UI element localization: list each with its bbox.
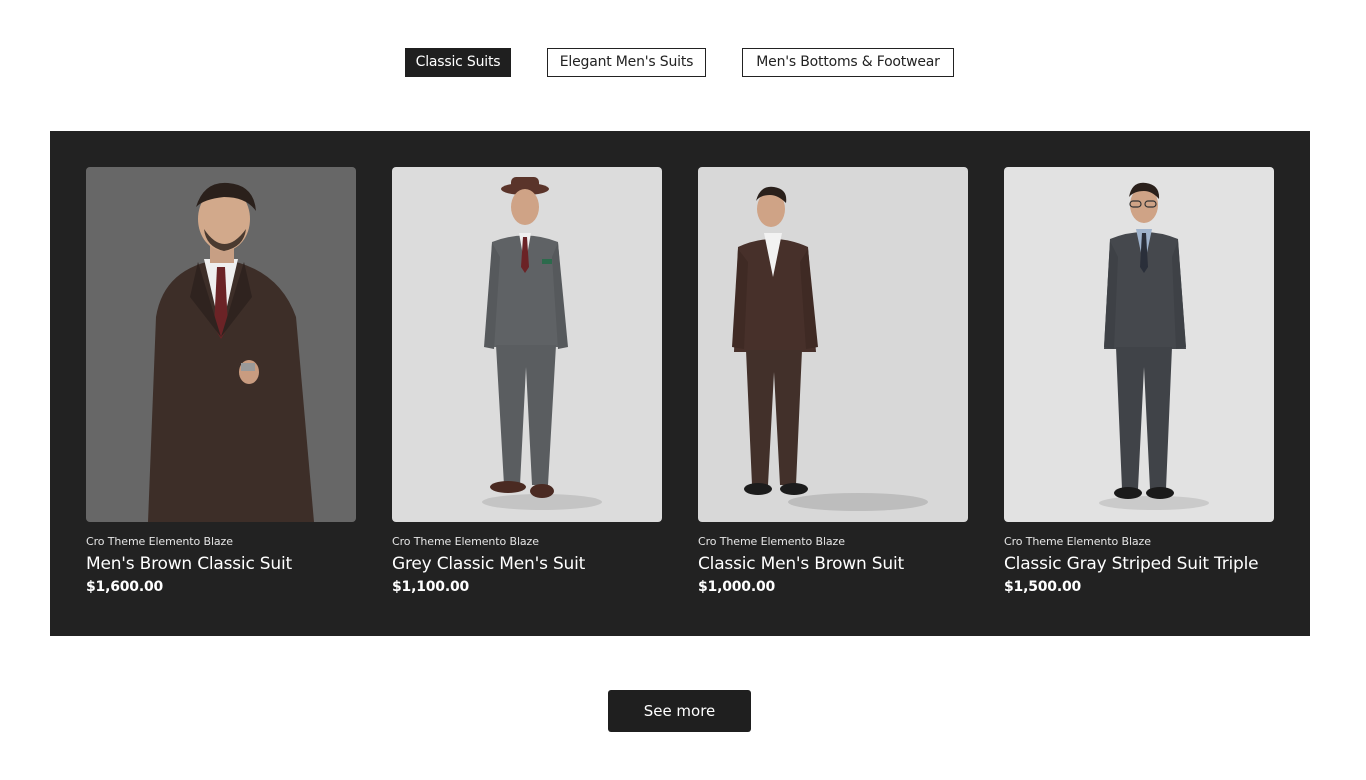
product-card: Cro Theme Elemento Blaze Grey Classic Me… (392, 167, 662, 595)
tab-classic-suits[interactable]: Classic Suits (405, 48, 511, 77)
product-price: $1,600.00 (86, 579, 164, 595)
brown-suit-model-image (86, 167, 356, 522)
product-title[interactable]: Men's Brown Classic Suit (86, 554, 356, 574)
product-title[interactable]: Classic Gray Striped Suit Triple (1004, 554, 1274, 574)
gray-striped-suit-model-image (1004, 167, 1274, 522)
product-image[interactable] (698, 167, 968, 522)
see-more-button[interactable]: See more (608, 690, 751, 732)
brown-suit-model-image (698, 167, 968, 522)
grey-suit-model-image (392, 167, 662, 522)
product-image[interactable] (392, 167, 662, 522)
product-vendor: Cro Theme Elemento Blaze (86, 535, 233, 548)
product-title[interactable]: Grey Classic Men's Suit (392, 554, 662, 574)
product-image[interactable] (86, 167, 356, 522)
tab-elegant-mens-suits[interactable]: Elegant Men's Suits (547, 48, 706, 77)
product-card: Cro Theme Elemento Blaze Classic Men's B… (698, 167, 968, 595)
product-vendor: Cro Theme Elemento Blaze (392, 535, 539, 548)
product-price: $1,500.00 (1004, 579, 1082, 595)
product-vendor: Cro Theme Elemento Blaze (698, 535, 845, 548)
tab-mens-bottoms-footwear[interactable]: Men's Bottoms & Footwear (742, 48, 954, 77)
product-card: Cro Theme Elemento Blaze Classic Gray St… (1004, 167, 1274, 595)
collection-tabs: Classic Suits Elegant Men's Suits Men's … (0, 48, 1366, 77)
product-price: $1,100.00 (392, 579, 470, 595)
product-card: Cro Theme Elemento Blaze Men's Brown Cla… (86, 167, 356, 595)
product-price: $1,000.00 (698, 579, 776, 595)
product-image[interactable] (1004, 167, 1274, 522)
product-title[interactable]: Classic Men's Brown Suit (698, 554, 968, 574)
product-grid: Cro Theme Elemento Blaze Men's Brown Cla… (50, 131, 1310, 636)
product-vendor: Cro Theme Elemento Blaze (1004, 535, 1151, 548)
